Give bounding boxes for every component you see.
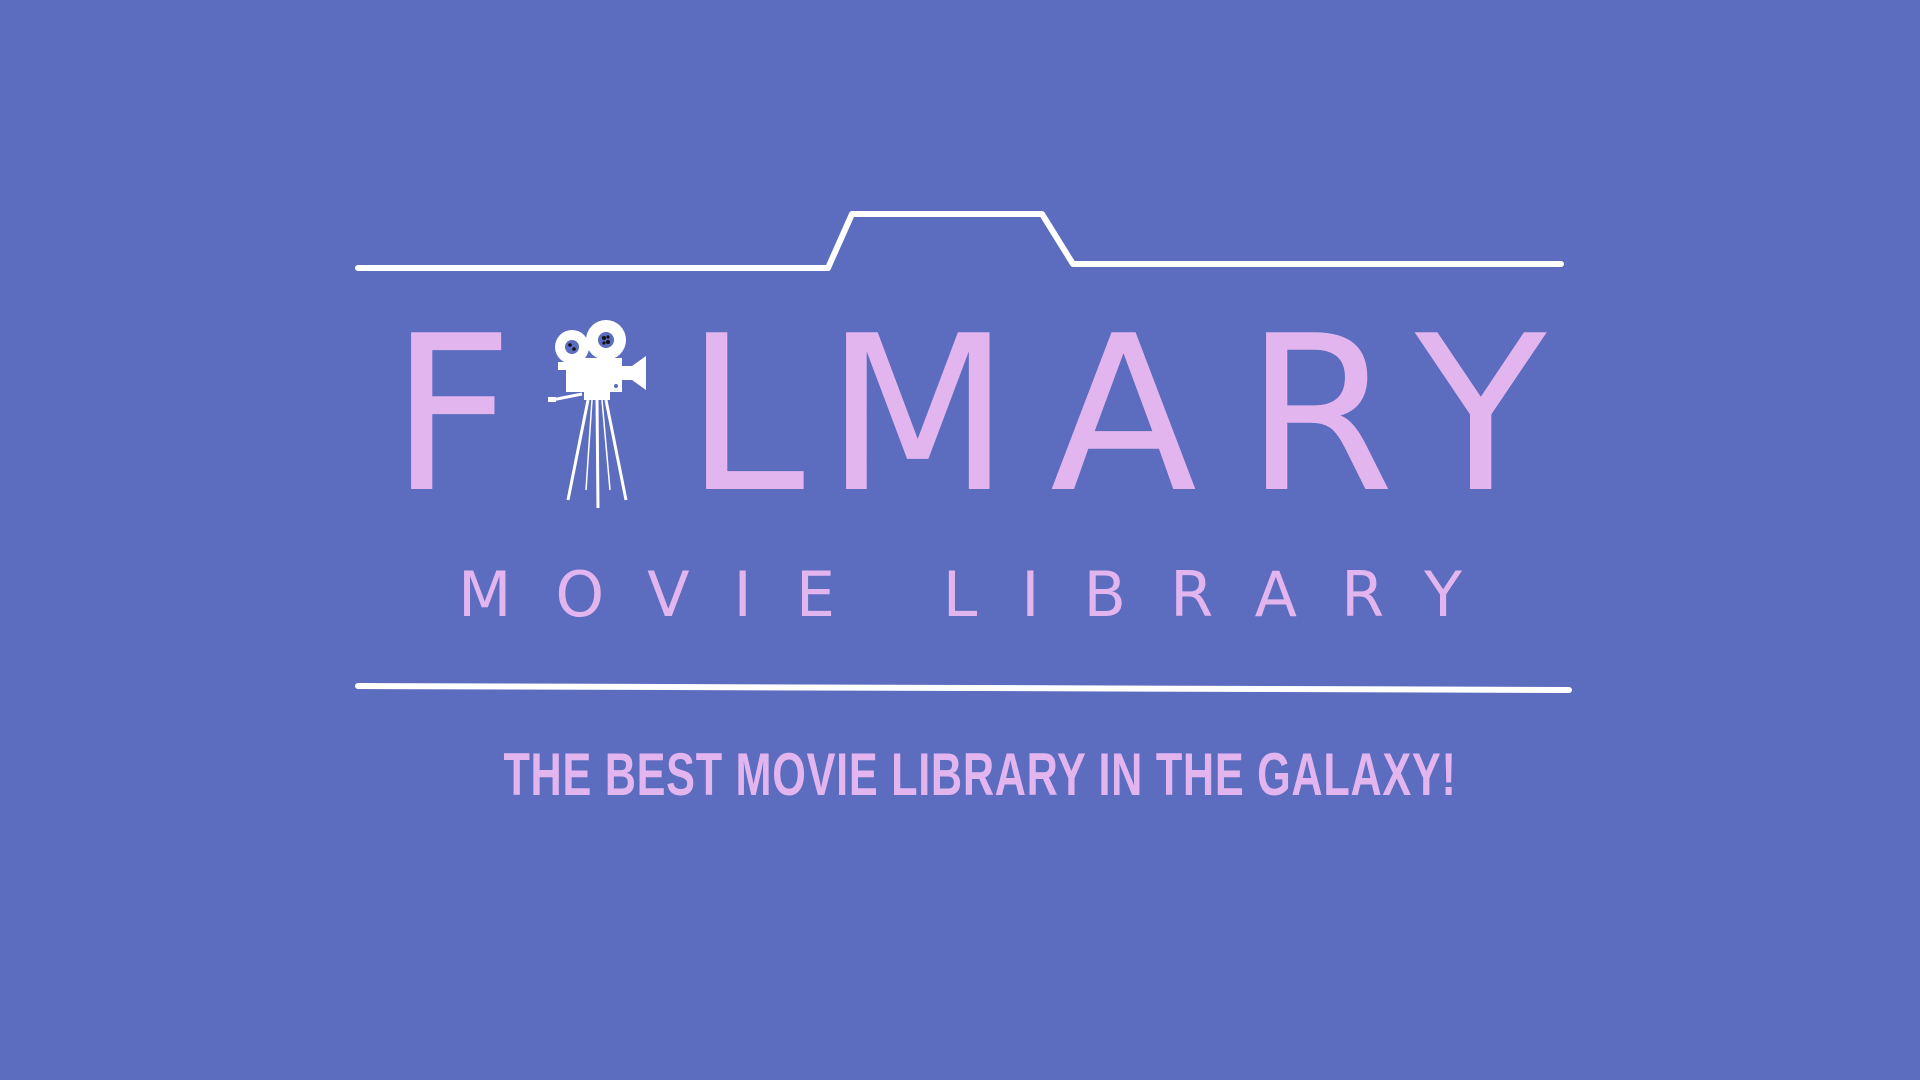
brand-letter-l: L [685,289,805,540]
brand-letter-y: Y [1415,289,1547,540]
decorative-lines [355,211,1572,693]
splash-screen: F L M A R Y MOVIE LIBRARY THE BEST MOVIE… [0,0,1920,1080]
brand-letter-m: M [825,289,1011,540]
top-frame-line [355,211,1564,271]
brand-subtitle: MOVIE LIBRARY [457,558,1507,631]
bottom-divider-line [355,683,1572,693]
brand-logo: F L M A R Y [380,289,1580,540]
movie-camera-on-tripod-icon [548,320,646,509]
brand-letter-f: F [390,289,514,540]
brand-letter-r: R [1245,289,1395,540]
brand-tagline: THE BEST MOVIE LIBRARY IN THE GALAXY! [503,741,1457,808]
brand-letter-a: A [1050,289,1198,540]
